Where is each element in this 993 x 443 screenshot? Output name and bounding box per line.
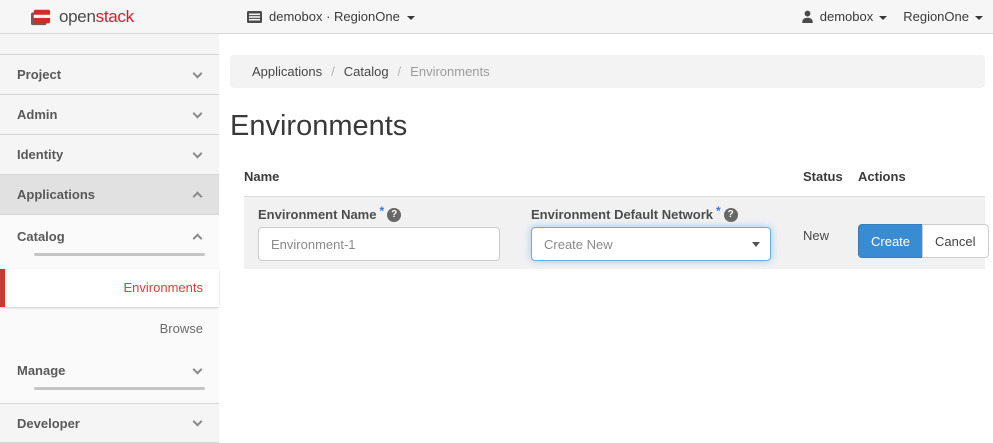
chevron-up-icon	[193, 233, 203, 243]
new-environment-row: Environment Name * ? Environment Default…	[244, 197, 985, 269]
chevron-down-icon	[193, 417, 203, 427]
sidebar-item-label: Applications	[17, 187, 95, 202]
required-asterisk: *	[379, 204, 384, 218]
sidebar-group-label: Manage	[17, 363, 65, 378]
logo-text-open: open	[59, 7, 96, 26]
actions-cell: Create Cancel	[858, 197, 985, 269]
project-switcher-label: demobox · RegionOne	[269, 9, 400, 24]
column-header-actions: Actions	[858, 169, 985, 184]
sidebar-item-applications[interactable]: Applications	[0, 175, 219, 215]
caret-down-icon	[879, 16, 887, 20]
chevron-down-icon	[193, 148, 203, 158]
caret-down-icon	[975, 16, 983, 20]
sidebar-item-admin[interactable]: Admin	[0, 95, 219, 135]
status-cell: New	[803, 197, 858, 269]
sidebar-group-manage[interactable]: Manage	[0, 349, 219, 390]
user-icon	[801, 10, 814, 23]
chevron-down-icon	[193, 68, 203, 78]
page-title: Environments	[230, 110, 985, 142]
help-icon[interactable]: ?	[387, 208, 401, 222]
table-header-row: Name Status Actions	[244, 169, 985, 197]
logo-text: openstack	[59, 7, 134, 27]
sidebar-item-label: Project	[17, 67, 61, 82]
openstack-logo[interactable]: openstack	[0, 7, 247, 27]
sidebar-item-label: Admin	[17, 107, 57, 122]
sidebar-item-label: Developer	[17, 416, 80, 431]
sidebar-item-label: Identity	[17, 147, 63, 162]
group-underline	[34, 253, 205, 256]
environment-name-group: Environment Name * ?	[258, 207, 500, 261]
environment-name-label: Environment Name	[258, 207, 376, 222]
topbar-right-menus: demobox RegionOne	[801, 9, 993, 24]
region-menu-label: RegionOne	[903, 9, 969, 24]
project-region-switcher[interactable]: demobox · RegionOne	[247, 9, 415, 24]
openstack-cube-icon	[30, 7, 52, 27]
caret-down-icon	[407, 16, 415, 20]
breadcrumb-link-applications[interactable]: Applications	[252, 64, 322, 79]
sidebar-item-browse[interactable]: Browse	[0, 309, 219, 349]
create-button[interactable]: Create	[858, 224, 923, 258]
sidebar-item-identity[interactable]: Identity	[0, 135, 219, 175]
default-network-select[interactable]: Create New	[531, 227, 771, 261]
environment-name-input[interactable]	[258, 227, 500, 261]
row-actions-button-group: Create Cancel	[858, 224, 989, 258]
chevron-down-icon	[193, 108, 203, 118]
cancel-button[interactable]: Cancel	[922, 224, 988, 258]
default-network-label: Environment Default Network	[531, 207, 713, 222]
help-icon[interactable]: ?	[724, 208, 738, 222]
breadcrumb-current: Environments	[410, 64, 489, 79]
content-area: Applications / Catalog / Environments En…	[219, 34, 993, 442]
column-header-name[interactable]: Name	[244, 169, 803, 184]
chevron-down-icon	[193, 365, 203, 375]
sidebar-item-developer[interactable]: Developer	[0, 403, 219, 443]
breadcrumb-separator: /	[331, 64, 335, 79]
column-header-status[interactable]: Status	[803, 169, 858, 184]
environments-table: Name Status Actions Environment Name * ?	[244, 169, 985, 269]
sidebar-nav: Project Admin Identity Applications Cata…	[0, 34, 219, 442]
chevron-up-icon	[193, 191, 203, 201]
logo-text-stack: stack	[96, 7, 134, 26]
sidebar-group-label: Catalog	[17, 229, 65, 244]
main-layout: Project Admin Identity Applications Cata…	[0, 34, 993, 442]
sidebar-item-project[interactable]: Project	[0, 55, 219, 95]
required-asterisk: *	[716, 204, 721, 218]
name-cell: Environment Name * ? Environment Default…	[244, 197, 803, 269]
sidebar-top-strip	[0, 34, 219, 55]
breadcrumb: Applications / Catalog / Environments	[230, 55, 985, 88]
sidebar-item-environments[interactable]: Environments	[0, 269, 219, 307]
user-menu-label: demobox	[820, 9, 873, 24]
breadcrumb-separator: /	[398, 64, 402, 79]
breadcrumb-link-catalog[interactable]: Catalog	[344, 64, 389, 79]
top-navbar: openstack demobox · RegionOne demobox Re…	[0, 0, 993, 34]
region-menu[interactable]: RegionOne	[903, 9, 983, 24]
default-network-group: Environment Default Network * ? Create N…	[531, 207, 771, 261]
group-underline	[34, 387, 205, 390]
user-menu[interactable]: demobox	[801, 9, 887, 24]
projects-list-icon	[247, 11, 262, 23]
sidebar-group-catalog[interactable]: Catalog	[0, 215, 219, 256]
